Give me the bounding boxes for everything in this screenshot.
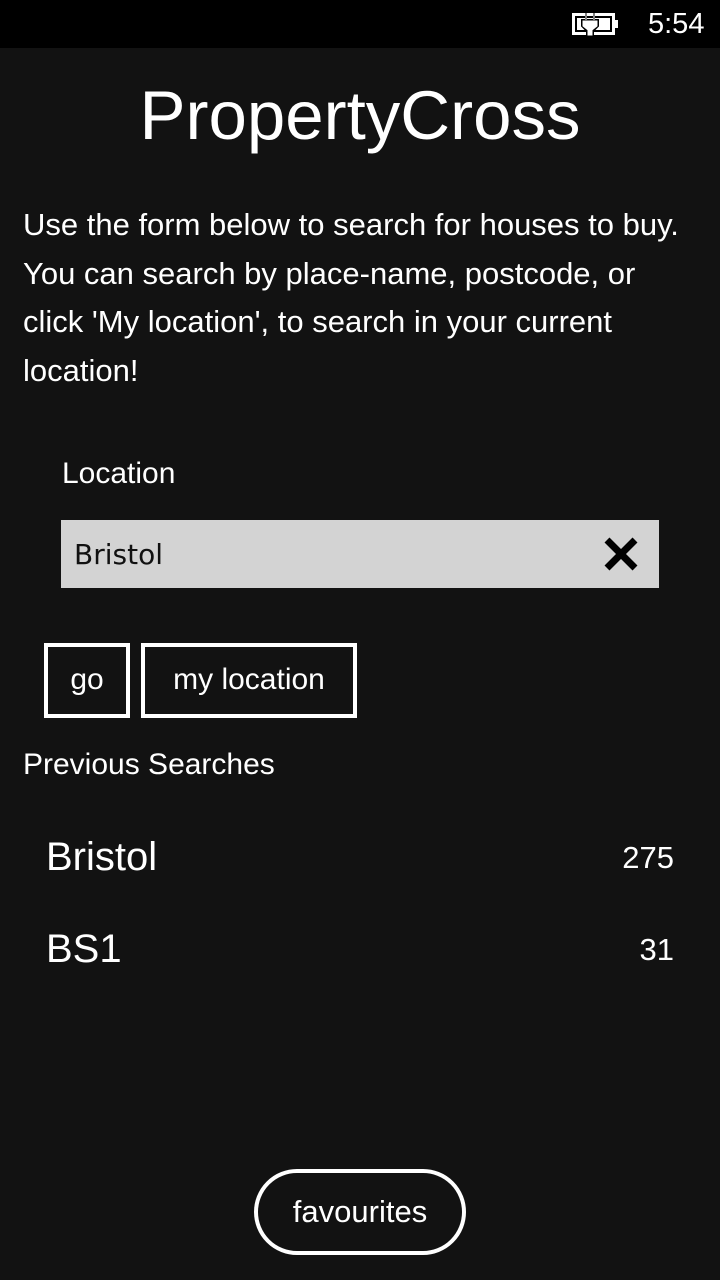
clear-button[interactable]: [597, 530, 645, 578]
location-search-box: [61, 520, 659, 588]
previous-search-count: 275: [622, 840, 674, 875]
go-button[interactable]: go: [44, 643, 130, 718]
previous-search-name: Bristol: [46, 835, 158, 879]
location-input[interactable]: [61, 520, 581, 588]
previous-search-item-bristol[interactable]: Bristol 275: [0, 818, 720, 898]
battery-charging-icon: [572, 12, 618, 36]
status-time: 5:54: [648, 8, 705, 40]
close-icon: [604, 537, 638, 571]
previous-search-count: 31: [639, 932, 674, 967]
previous-search-item-bs1[interactable]: BS1 31: [0, 910, 720, 990]
location-label: Location: [62, 457, 176, 490]
previous-search-name: BS1: [46, 927, 122, 971]
status-bar: 5:54: [0, 0, 720, 48]
previous-searches-heading: Previous Searches: [23, 748, 275, 781]
page-title: PropertyCross: [139, 77, 581, 154]
intro-text: Use the form below to search for houses …: [23, 207, 679, 388]
favourites-button[interactable]: favourites: [254, 1169, 466, 1255]
my-location-button[interactable]: my location: [141, 643, 357, 718]
